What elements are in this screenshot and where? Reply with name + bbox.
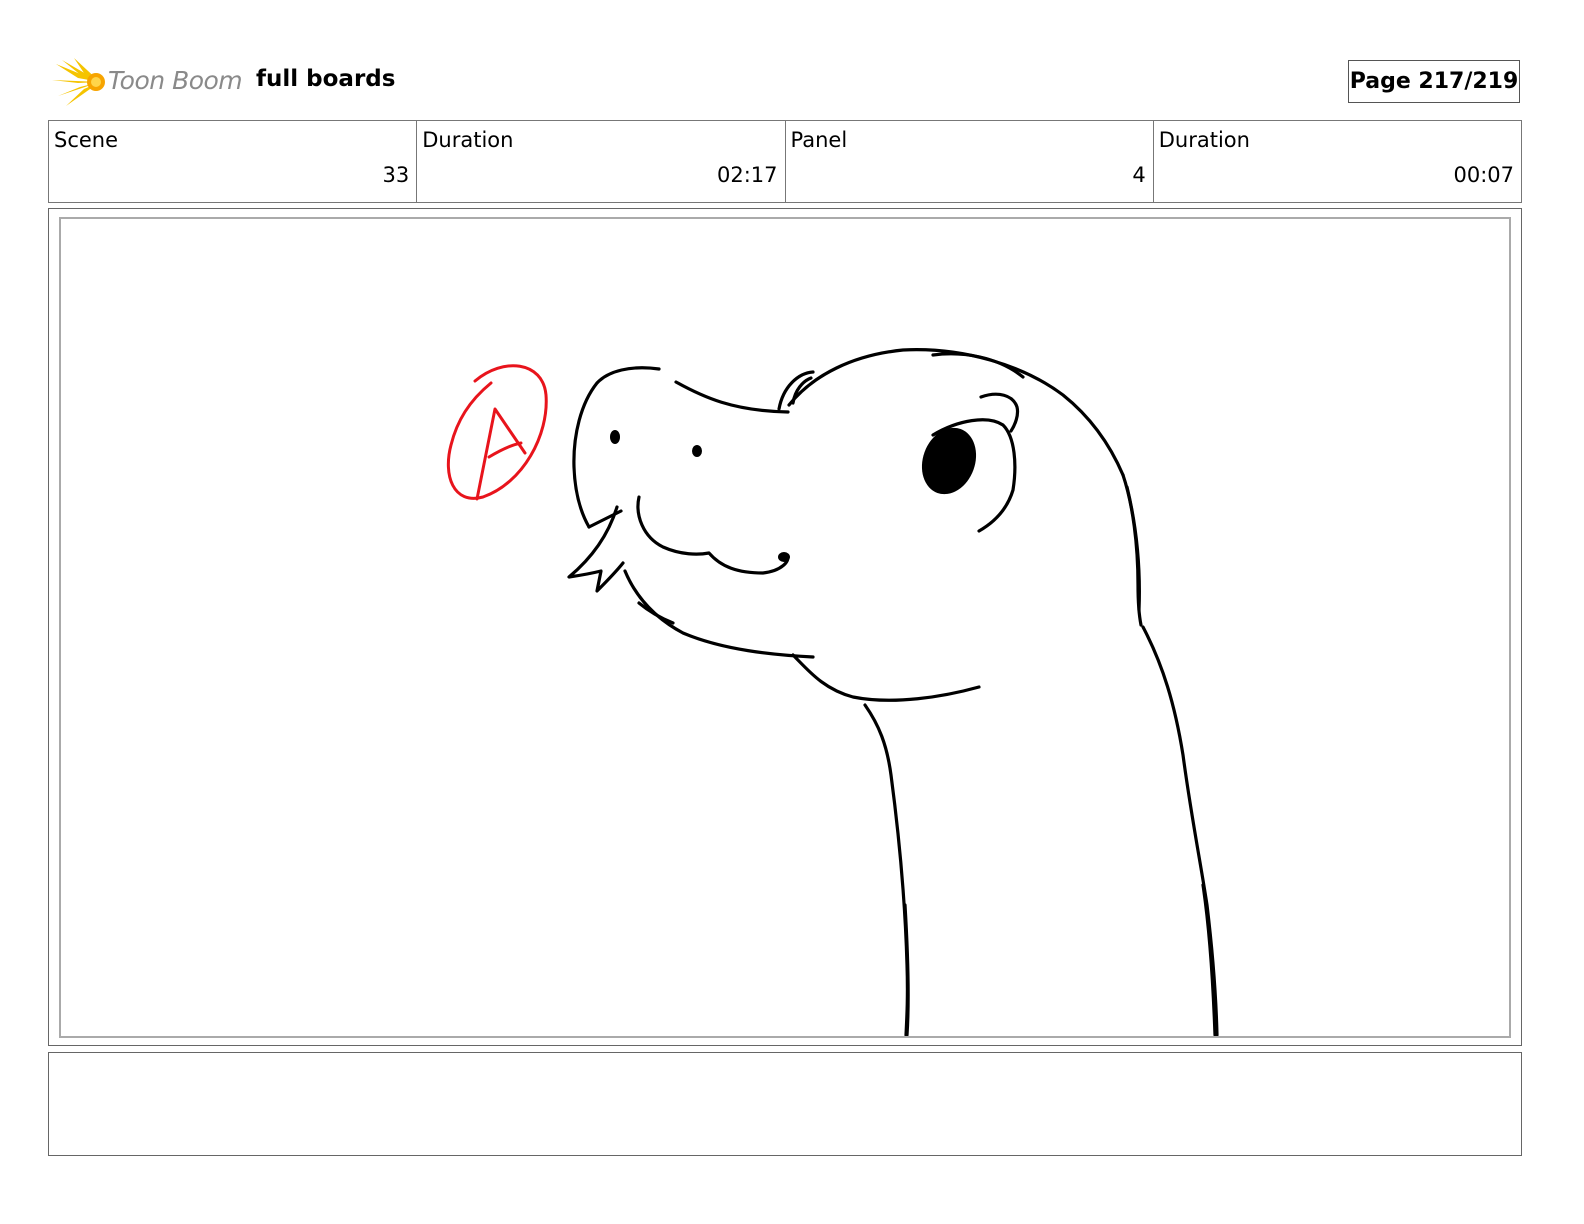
panel-duration-cell: Duration 00:07 <box>1154 121 1521 202</box>
scene-duration-cell: Duration 02:17 <box>417 121 786 202</box>
annotation-marker <box>446 364 548 501</box>
storyboard-panel <box>48 208 1522 1046</box>
character-sketch <box>446 348 1219 1036</box>
document-title: full boards <box>256 66 396 92</box>
scene-cell: Scene 33 <box>49 121 418 202</box>
scene-duration-label: Duration <box>422 128 514 152</box>
jaw-sketch-line <box>637 601 675 625</box>
annotation-letter-bar <box>487 441 523 459</box>
mouth-curve-line <box>636 495 790 575</box>
toon-boom-logo-icon <box>52 58 105 106</box>
neck-front-line <box>863 703 910 1036</box>
tongue-line <box>567 505 625 593</box>
panel-notes-box <box>48 1052 1522 1156</box>
panel-cell: Panel 4 <box>786 121 1154 202</box>
scene-duration-value: 02:17 <box>716 163 778 187</box>
chin-line <box>791 653 981 702</box>
nostril-right <box>692 445 702 457</box>
panel-value: 4 <box>1132 163 1146 187</box>
mouth-corner-dot <box>778 552 790 562</box>
annotation-letter-stroke <box>475 407 527 501</box>
panel-duration-label: Duration <box>1158 128 1250 152</box>
panel-drawing-area <box>59 217 1511 1038</box>
eye-pupil <box>921 427 977 495</box>
page-label: Page 217/219 <box>1349 69 1519 94</box>
snout-top-line <box>572 366 661 529</box>
page-header: Toon Boom full boards Page 217/219 <box>48 52 1522 110</box>
scene-label: Scene <box>54 128 119 152</box>
brow-line <box>674 380 790 414</box>
eyebrow-line <box>979 392 1020 433</box>
page-indicator: Page 217/219 <box>1348 60 1520 103</box>
annotation-circle <box>446 364 548 500</box>
back-neck-line <box>1141 625 1219 1036</box>
toon-boom-logo: Toon Boom <box>52 56 247 108</box>
scene-value: 33 <box>382 163 410 187</box>
logo-text: Toon Boom <box>108 66 243 95</box>
nostril-left <box>610 430 620 444</box>
panel-duration-value: 00:07 <box>1453 163 1514 187</box>
panel-label: Panel <box>790 128 848 152</box>
scene-info-table: Scene 33 Duration 02:17 Panel 4 Duration… <box>48 120 1522 203</box>
